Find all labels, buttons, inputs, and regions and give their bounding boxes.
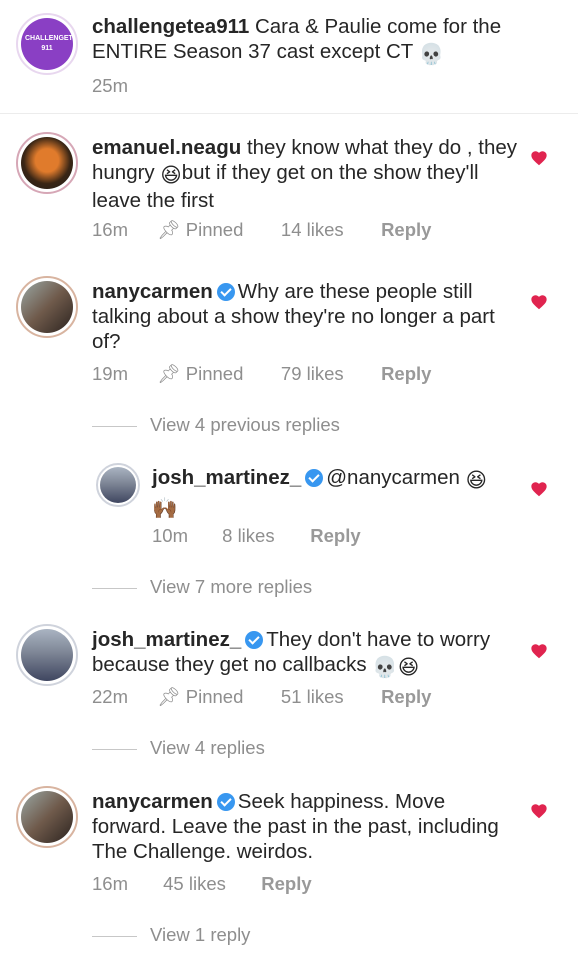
verified-badge-icon <box>245 631 264 649</box>
likes-count[interactable]: 14 likes <box>281 219 376 241</box>
like-heart-icon[interactable] <box>530 643 548 659</box>
skull-laughing-emoji: 💀😆 <box>372 656 420 679</box>
reply-button[interactable]: Reply <box>381 686 431 708</box>
comment-username[interactable]: challengetea911 <box>92 15 249 38</box>
view-replies-label[interactable]: View 1 reply <box>150 924 250 945</box>
view-replies-label[interactable]: View 4 previous replies <box>150 414 340 435</box>
avatar[interactable] <box>16 624 78 686</box>
reply-button[interactable]: Reply <box>381 363 431 385</box>
likes-count[interactable]: 51 likes <box>281 686 376 708</box>
verified-badge-icon <box>216 283 235 301</box>
pinned-label: Pinned <box>185 219 244 240</box>
view-replies-link[interactable]: View 4 replies <box>92 737 265 759</box>
like-heart-icon[interactable] <box>530 803 548 819</box>
verified-badge-icon <box>216 793 235 811</box>
comment-time: 19m <box>92 363 128 384</box>
laughing-emoji: 😆 <box>465 469 487 492</box>
comment-time: 22m <box>92 686 128 707</box>
avatar[interactable] <box>16 786 78 848</box>
comment-username[interactable]: emanuel.neagu <box>92 136 241 159</box>
view-replies-link[interactable]: View 1 reply <box>92 924 250 946</box>
pinned-label: Pinned <box>185 686 244 707</box>
pin-icon: 📌︎ <box>157 363 181 384</box>
replies-divider-line <box>92 748 137 750</box>
reply-button[interactable]: Reply <box>381 219 431 241</box>
reply-button[interactable]: Reply <box>310 525 360 547</box>
comment-time: 16m <box>92 219 128 240</box>
raised-hands-emoji: 🙌🏾 <box>152 497 178 520</box>
reply-button[interactable]: Reply <box>261 873 311 895</box>
avatar[interactable] <box>16 132 78 194</box>
comment-username[interactable]: nanycarmen <box>92 790 213 813</box>
view-replies-label[interactable]: View 7 more replies <box>150 576 312 597</box>
view-replies-label[interactable]: View 4 replies <box>150 737 265 758</box>
likes-count[interactable]: 79 likes <box>281 363 376 385</box>
comment-username[interactable]: josh_martinez_ <box>92 628 241 651</box>
likes-count[interactable]: 8 likes <box>222 525 305 547</box>
like-heart-icon[interactable] <box>530 294 548 310</box>
view-more-replies-link[interactable]: View 7 more replies <box>92 576 312 598</box>
like-heart-icon[interactable] <box>530 150 548 166</box>
verified-badge-icon <box>305 469 324 487</box>
like-heart-icon[interactable] <box>530 481 548 497</box>
likes-count[interactable]: 45 likes <box>163 873 256 895</box>
caption-divider <box>0 113 578 114</box>
comment-time: 25m <box>92 75 128 96</box>
mention-link[interactable]: @nanycarmen <box>326 466 460 489</box>
avatar[interactable]: CHALLENGETEA 911 <box>16 13 78 75</box>
comment-username[interactable]: nanycarmen <box>92 280 213 303</box>
avatar-logo-text: CHALLENGETEA 911 <box>25 35 73 52</box>
view-replies-link[interactable]: View 4 previous replies <box>92 414 340 436</box>
skull-emoji: 💀 <box>418 43 445 66</box>
avatar[interactable] <box>16 276 78 338</box>
comment-time: 10m <box>152 525 188 546</box>
pin-icon: 📌︎ <box>157 219 181 240</box>
replies-divider-line <box>92 935 137 937</box>
pinned-label: Pinned <box>185 363 244 384</box>
pin-icon: 📌︎ <box>157 686 181 707</box>
avatar[interactable] <box>96 463 140 507</box>
replies-divider-line <box>92 425 137 427</box>
comment-time: 16m <box>92 873 128 894</box>
replies-divider-line <box>92 587 137 589</box>
laughing-emoji: 😆 <box>160 164 182 187</box>
reply-username[interactable]: josh_martinez_ <box>152 466 301 489</box>
